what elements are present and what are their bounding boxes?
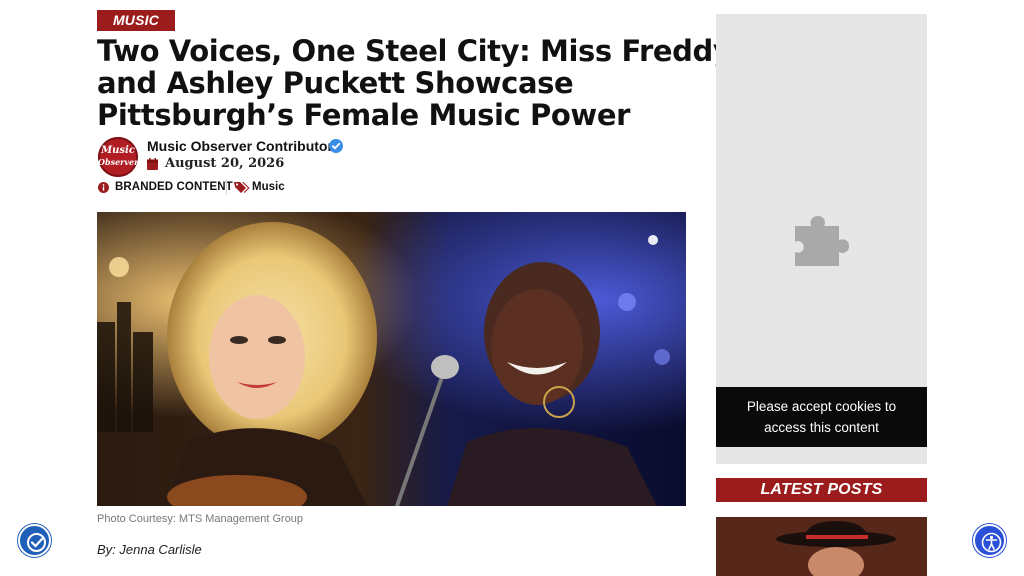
puzzle-icon: [795, 215, 850, 266]
headline-line-3: Pittsburgh’s Female Music Power: [97, 98, 630, 132]
avatar-text-top: Music: [101, 145, 135, 156]
latest-post-thumbnail[interactable]: [716, 517, 927, 576]
photo-caption: Photo Courtesy: MTS Management Group: [97, 513, 304, 525]
accessibility-check-widget[interactable]: [18, 524, 51, 557]
accessibility-person-icon: [981, 532, 1002, 553]
cookie-notice[interactable]: Please accept cookies to access this con…: [716, 387, 927, 447]
cookie-notice-line-1: Please accept cookies to: [746, 399, 897, 414]
tags-icon: [234, 182, 250, 193]
article-byline: By: Jenna Carlisle: [97, 542, 202, 557]
accessibility-widget[interactable]: [973, 524, 1006, 557]
headline-line-2: and Ashley Puckett Showcase: [97, 66, 574, 100]
branded-content-label: BRANDED CONTENT: [115, 181, 233, 193]
author-name-link[interactable]: Music Observer Contributor: [147, 138, 333, 154]
tag-link-music[interactable]: Music: [252, 181, 285, 193]
meta-divider: [226, 179, 227, 195]
avatar-text-bottom: Observer: [98, 157, 139, 167]
verified-badge-icon: [329, 139, 343, 153]
accessibility-check-icon: [27, 533, 46, 552]
headline-line-1: Two Voices, One Steel City: Miss Freddye: [97, 34, 751, 68]
post-date: August 20, 2026: [165, 156, 285, 171]
hero-image: [97, 212, 686, 506]
category-tag-music[interactable]: MUSIC: [97, 10, 175, 31]
author-avatar[interactable]: Music Observer: [98, 137, 138, 177]
cookie-notice-line-2: access this content: [764, 420, 879, 435]
latest-posts-header: LATEST POSTS: [716, 478, 927, 502]
info-icon: [98, 182, 109, 193]
sidebar-ad-placeholder: Please accept cookies to access this con…: [716, 14, 927, 464]
calendar-icon: [147, 158, 158, 170]
article-headline: Two Voices, One Steel City: Miss Freddye…: [97, 34, 751, 132]
